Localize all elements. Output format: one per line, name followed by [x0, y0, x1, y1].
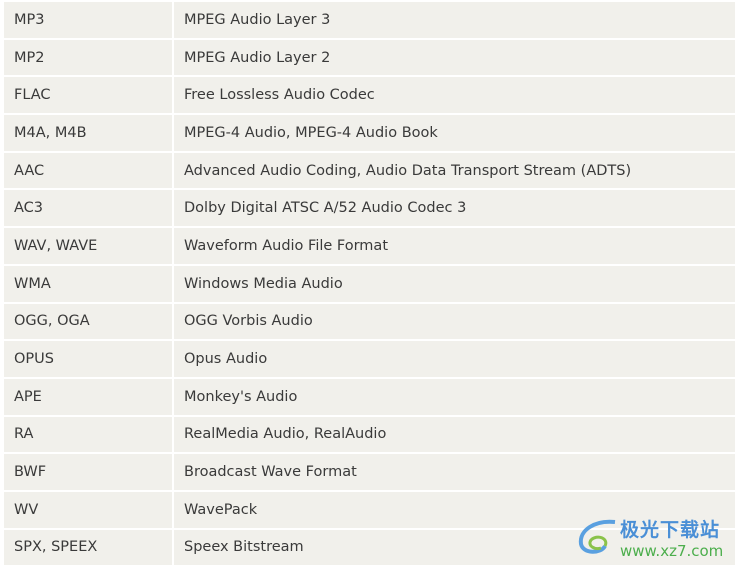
table-row: APE Monkey's Audio	[4, 378, 735, 415]
watermark-name: 极光下载站	[620, 519, 721, 541]
description-cell: Monkey's Audio	[174, 378, 735, 415]
table-row: WMA Windows Media Audio	[4, 265, 735, 302]
watermark-url: www.xz7.com	[620, 542, 724, 560]
description-cell: Advanced Audio Coding, Audio Data Transp…	[174, 152, 735, 189]
description-cell: Broadcast Wave Format	[174, 454, 735, 490]
format-cell: WV	[4, 491, 172, 528]
table-row: FLAC Free Lossless Audio Codec	[4, 77, 735, 114]
description-cell: OGG Vorbis Audio	[174, 303, 735, 340]
logo-swirl-icon	[578, 519, 616, 554]
description-cell: Opus Audio	[174, 341, 735, 377]
format-cell: OGG, OGA	[4, 303, 172, 340]
table-row: M4A, M4B MPEG-4 Audio, MPEG-4 Audio Book	[4, 115, 735, 151]
table-row: WAV, WAVE Waveform Audio File Format	[4, 228, 735, 264]
format-cell: AAC	[4, 152, 172, 189]
description-cell: Dolby Digital ATSC A/52 Audio Codec 3	[174, 190, 735, 227]
audio-formats-table: MP3 MPEG Audio Layer 3 MP2 MPEG Audio Layer…	[2, 0, 735, 567]
table-row: RA RealMedia Audio, RealAudio	[4, 416, 735, 453]
description-cell: MPEG-4 Audio, MPEG-4 Audio Book	[174, 115, 735, 151]
description-cell: MPEG Audio Layer 3	[174, 2, 735, 38]
format-cell: APE	[4, 378, 172, 415]
format-cell: BWF	[4, 454, 172, 490]
table-row: OPUS Opus Audio	[4, 341, 735, 377]
format-cell: SPX, SPEEX	[4, 529, 172, 566]
format-cell: M4A, M4B	[4, 115, 172, 151]
description-cell: Free Lossless Audio Codec	[174, 77, 735, 114]
format-cell: FLAC	[4, 77, 172, 114]
description-cell: Waveform Audio File Format	[174, 228, 735, 264]
description-cell: Windows Media Audio	[174, 265, 735, 302]
format-cell: MP3	[4, 2, 172, 38]
table-row: BWF Broadcast Wave Format	[4, 454, 735, 490]
table-row: OGG, OGA OGG Vorbis Audio	[4, 303, 735, 340]
format-cell: MP2	[4, 39, 172, 76]
table-row: AAC Advanced Audio Coding, Audio Data Tra…	[4, 152, 735, 189]
format-cell: OPUS	[4, 341, 172, 377]
watermark-logo: 极光下载站 www.xz7.com	[575, 512, 735, 562]
table-row: MP2 MPEG Audio Layer 2	[4, 39, 735, 76]
format-cell: WAV, WAVE	[4, 228, 172, 264]
format-cell: RA	[4, 416, 172, 453]
table-row: MP3 MPEG Audio Layer 3	[4, 2, 735, 38]
description-cell: MPEG Audio Layer 2	[174, 39, 735, 76]
table-row: AC3 Dolby Digital ATSC A/52 Audio Codec 3	[4, 190, 735, 227]
description-cell: RealMedia Audio, RealAudio	[174, 416, 735, 453]
format-cell: AC3	[4, 190, 172, 227]
format-cell: WMA	[4, 265, 172, 302]
